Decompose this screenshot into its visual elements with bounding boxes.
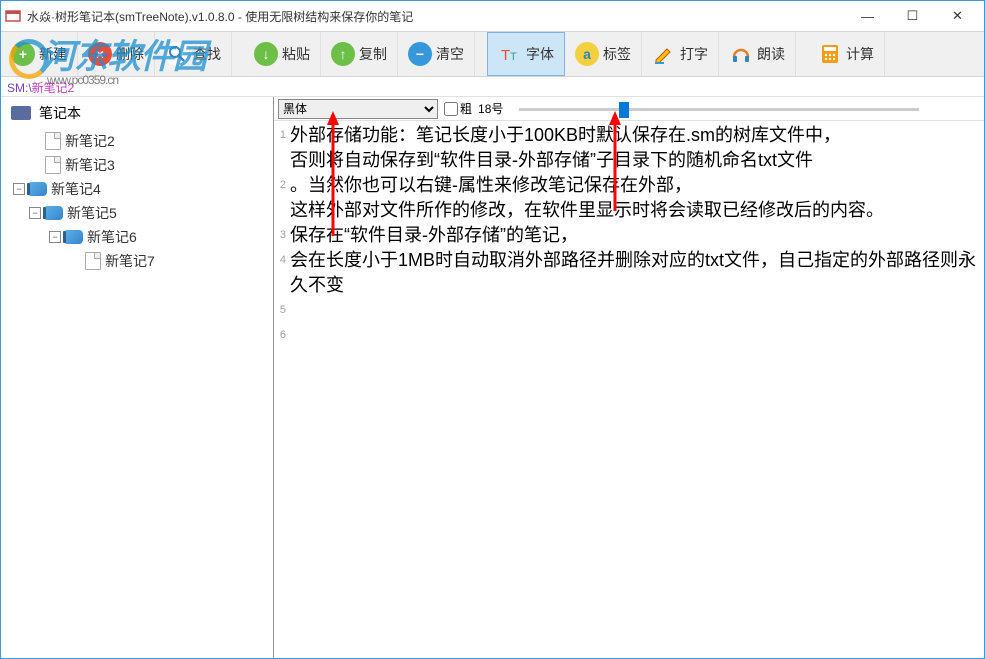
- notebook-icon: [11, 106, 31, 120]
- font-label: 字体: [526, 44, 554, 64]
- window-controls: — ☐ ✕: [845, 1, 980, 31]
- tree-node[interactable]: 新笔记7: [69, 249, 265, 273]
- tree: 新笔记2 新笔记3 − 新笔记4 − 新笔记5 − 新笔记6: [1, 129, 273, 281]
- paste-button[interactable]: ↓ 粘贴: [244, 32, 321, 76]
- collapse-icon[interactable]: −: [13, 183, 25, 195]
- delete-button[interactable]: × 删除: [78, 32, 155, 76]
- document-icon: [45, 156, 61, 174]
- text-line: 这样外部对文件所作的修改，在软件里显示时将会读取已经修改后的内容。: [290, 198, 980, 223]
- text-line: 。当然你也可以右键-属性来修改笔记保存在外部，: [290, 173, 980, 198]
- delete-label: 删除: [116, 44, 144, 64]
- tree-node[interactable]: 新笔记3: [29, 153, 265, 177]
- text-line: 保存在“软件目录-外部存储”的笔记，: [290, 223, 980, 248]
- tree-header-label: 笔记本: [39, 103, 81, 123]
- document-icon: [45, 132, 61, 150]
- app-icon: [5, 8, 21, 24]
- minus-icon: −: [408, 42, 432, 66]
- headphones-icon: [729, 42, 753, 66]
- tree-panel: 笔记本 新笔记2 新笔记3 − 新笔记4 − 新笔记5 −: [1, 97, 274, 658]
- tree-node[interactable]: − 新笔记4: [13, 177, 265, 201]
- tree-label: 新笔记5: [67, 203, 117, 223]
- font-icon: TT: [498, 42, 522, 66]
- read-label: 朗读: [757, 44, 785, 64]
- line-gutter: 1. 2. 3 4. 5 6.: [274, 121, 288, 658]
- svg-text:T: T: [510, 51, 517, 63]
- tree-node[interactable]: − 新笔记6: [49, 225, 265, 249]
- book-icon: [45, 206, 63, 220]
- tree-node[interactable]: − 新笔记5: [29, 201, 265, 225]
- editor-body[interactable]: 1. 2. 3 4. 5 6. 外部存储功能：笔记长度小于100KB时默认保存在…: [274, 121, 984, 658]
- search-icon: [165, 42, 189, 66]
- calc-label: 计算: [846, 44, 874, 64]
- type-button[interactable]: 打字: [642, 32, 719, 76]
- collapse-icon[interactable]: −: [49, 231, 61, 243]
- font-family-select[interactable]: 黑体: [278, 99, 438, 119]
- svg-text:T: T: [501, 47, 510, 64]
- book-icon: [65, 230, 83, 244]
- copy-label: 复制: [359, 44, 387, 64]
- new-button[interactable]: + 新建: [1, 32, 78, 76]
- plus-icon: +: [11, 42, 35, 66]
- window-title: 水焱·树形笔记本(smTreeNote).v1.0.8.0 - 使用无限树结构来…: [27, 8, 845, 25]
- new-label: 新建: [39, 44, 67, 64]
- breadcrumb-root: SM:\: [7, 81, 32, 95]
- close-button[interactable]: ✕: [935, 1, 980, 31]
- calc-button[interactable]: 计算: [808, 32, 885, 76]
- editor-panel: 黑体 粗 18号 1. 2. 3 4. 5 6. 外部存储功能：笔记长度小: [274, 97, 984, 658]
- book-icon: [29, 182, 47, 196]
- calculator-icon: [818, 42, 842, 66]
- bold-label: 粗: [460, 100, 472, 117]
- clear-label: 清空: [436, 44, 464, 64]
- minimize-button[interactable]: —: [845, 1, 890, 31]
- pencil-icon: [652, 42, 676, 66]
- breadcrumb-path[interactable]: 新笔记2: [32, 81, 75, 95]
- clear-button[interactable]: − 清空: [398, 32, 475, 76]
- tree-label: 新笔记3: [65, 155, 115, 175]
- copy-button[interactable]: ↑ 复制: [321, 32, 398, 76]
- tree-label: 新笔记4: [51, 179, 101, 199]
- collapse-icon[interactable]: −: [29, 207, 41, 219]
- read-button[interactable]: 朗读: [719, 32, 796, 76]
- type-label: 打字: [680, 44, 708, 64]
- bold-checkbox[interactable]: 粗: [444, 100, 472, 117]
- find-button[interactable]: 查找: [155, 32, 232, 76]
- document-icon: [85, 252, 101, 270]
- text-line: 否则将自动保存到“软件目录-外部存储”子目录下的随机命名txt文件: [290, 148, 980, 173]
- tree-node[interactable]: 新笔记2: [29, 129, 265, 153]
- editor-toolbar: 黑体 粗 18号: [274, 97, 984, 121]
- x-icon: ×: [88, 42, 112, 66]
- down-icon: ↓: [254, 42, 278, 66]
- tree-header[interactable]: 笔记本: [1, 97, 273, 129]
- up-icon: ↑: [331, 42, 355, 66]
- text-line: 会在长度小于1MB时自动取消外部路径并删除对应的txt文件，自己指定的外部路径则…: [290, 248, 980, 298]
- maximize-button[interactable]: ☐: [890, 1, 935, 31]
- toolbar: + 新建 × 删除 查找 ↓ 粘贴 ↑ 复制 − 清空 TT 字体 a 标签 打: [1, 31, 984, 77]
- tree-label: 新笔记6: [87, 227, 137, 247]
- tag-icon: a: [575, 42, 599, 66]
- font-button[interactable]: TT 字体: [487, 32, 565, 76]
- font-size-slider[interactable]: [519, 100, 919, 118]
- bold-input[interactable]: [444, 102, 458, 116]
- find-label: 查找: [193, 44, 221, 64]
- text-content[interactable]: 外部存储功能：笔记长度小于100KB时默认保存在.sm的树库文件中， 否则将自动…: [288, 121, 984, 658]
- text-line: 外部存储功能：笔记长度小于100KB时默认保存在.sm的树库文件中，: [290, 123, 980, 148]
- tag-label: 标签: [603, 44, 631, 64]
- breadcrumb: SM:\新笔记2: [1, 77, 984, 97]
- tag-button[interactable]: a 标签: [565, 32, 642, 76]
- tree-label: 新笔记7: [105, 251, 155, 271]
- tree-label: 新笔记2: [65, 131, 115, 151]
- paste-label: 粘贴: [282, 44, 310, 64]
- titlebar: 水焱·树形笔记本(smTreeNote).v1.0.8.0 - 使用无限树结构来…: [1, 1, 984, 31]
- main-area: 笔记本 新笔记2 新笔记3 − 新笔记4 − 新笔记5 −: [1, 97, 984, 658]
- font-size-label: 18号: [478, 100, 503, 117]
